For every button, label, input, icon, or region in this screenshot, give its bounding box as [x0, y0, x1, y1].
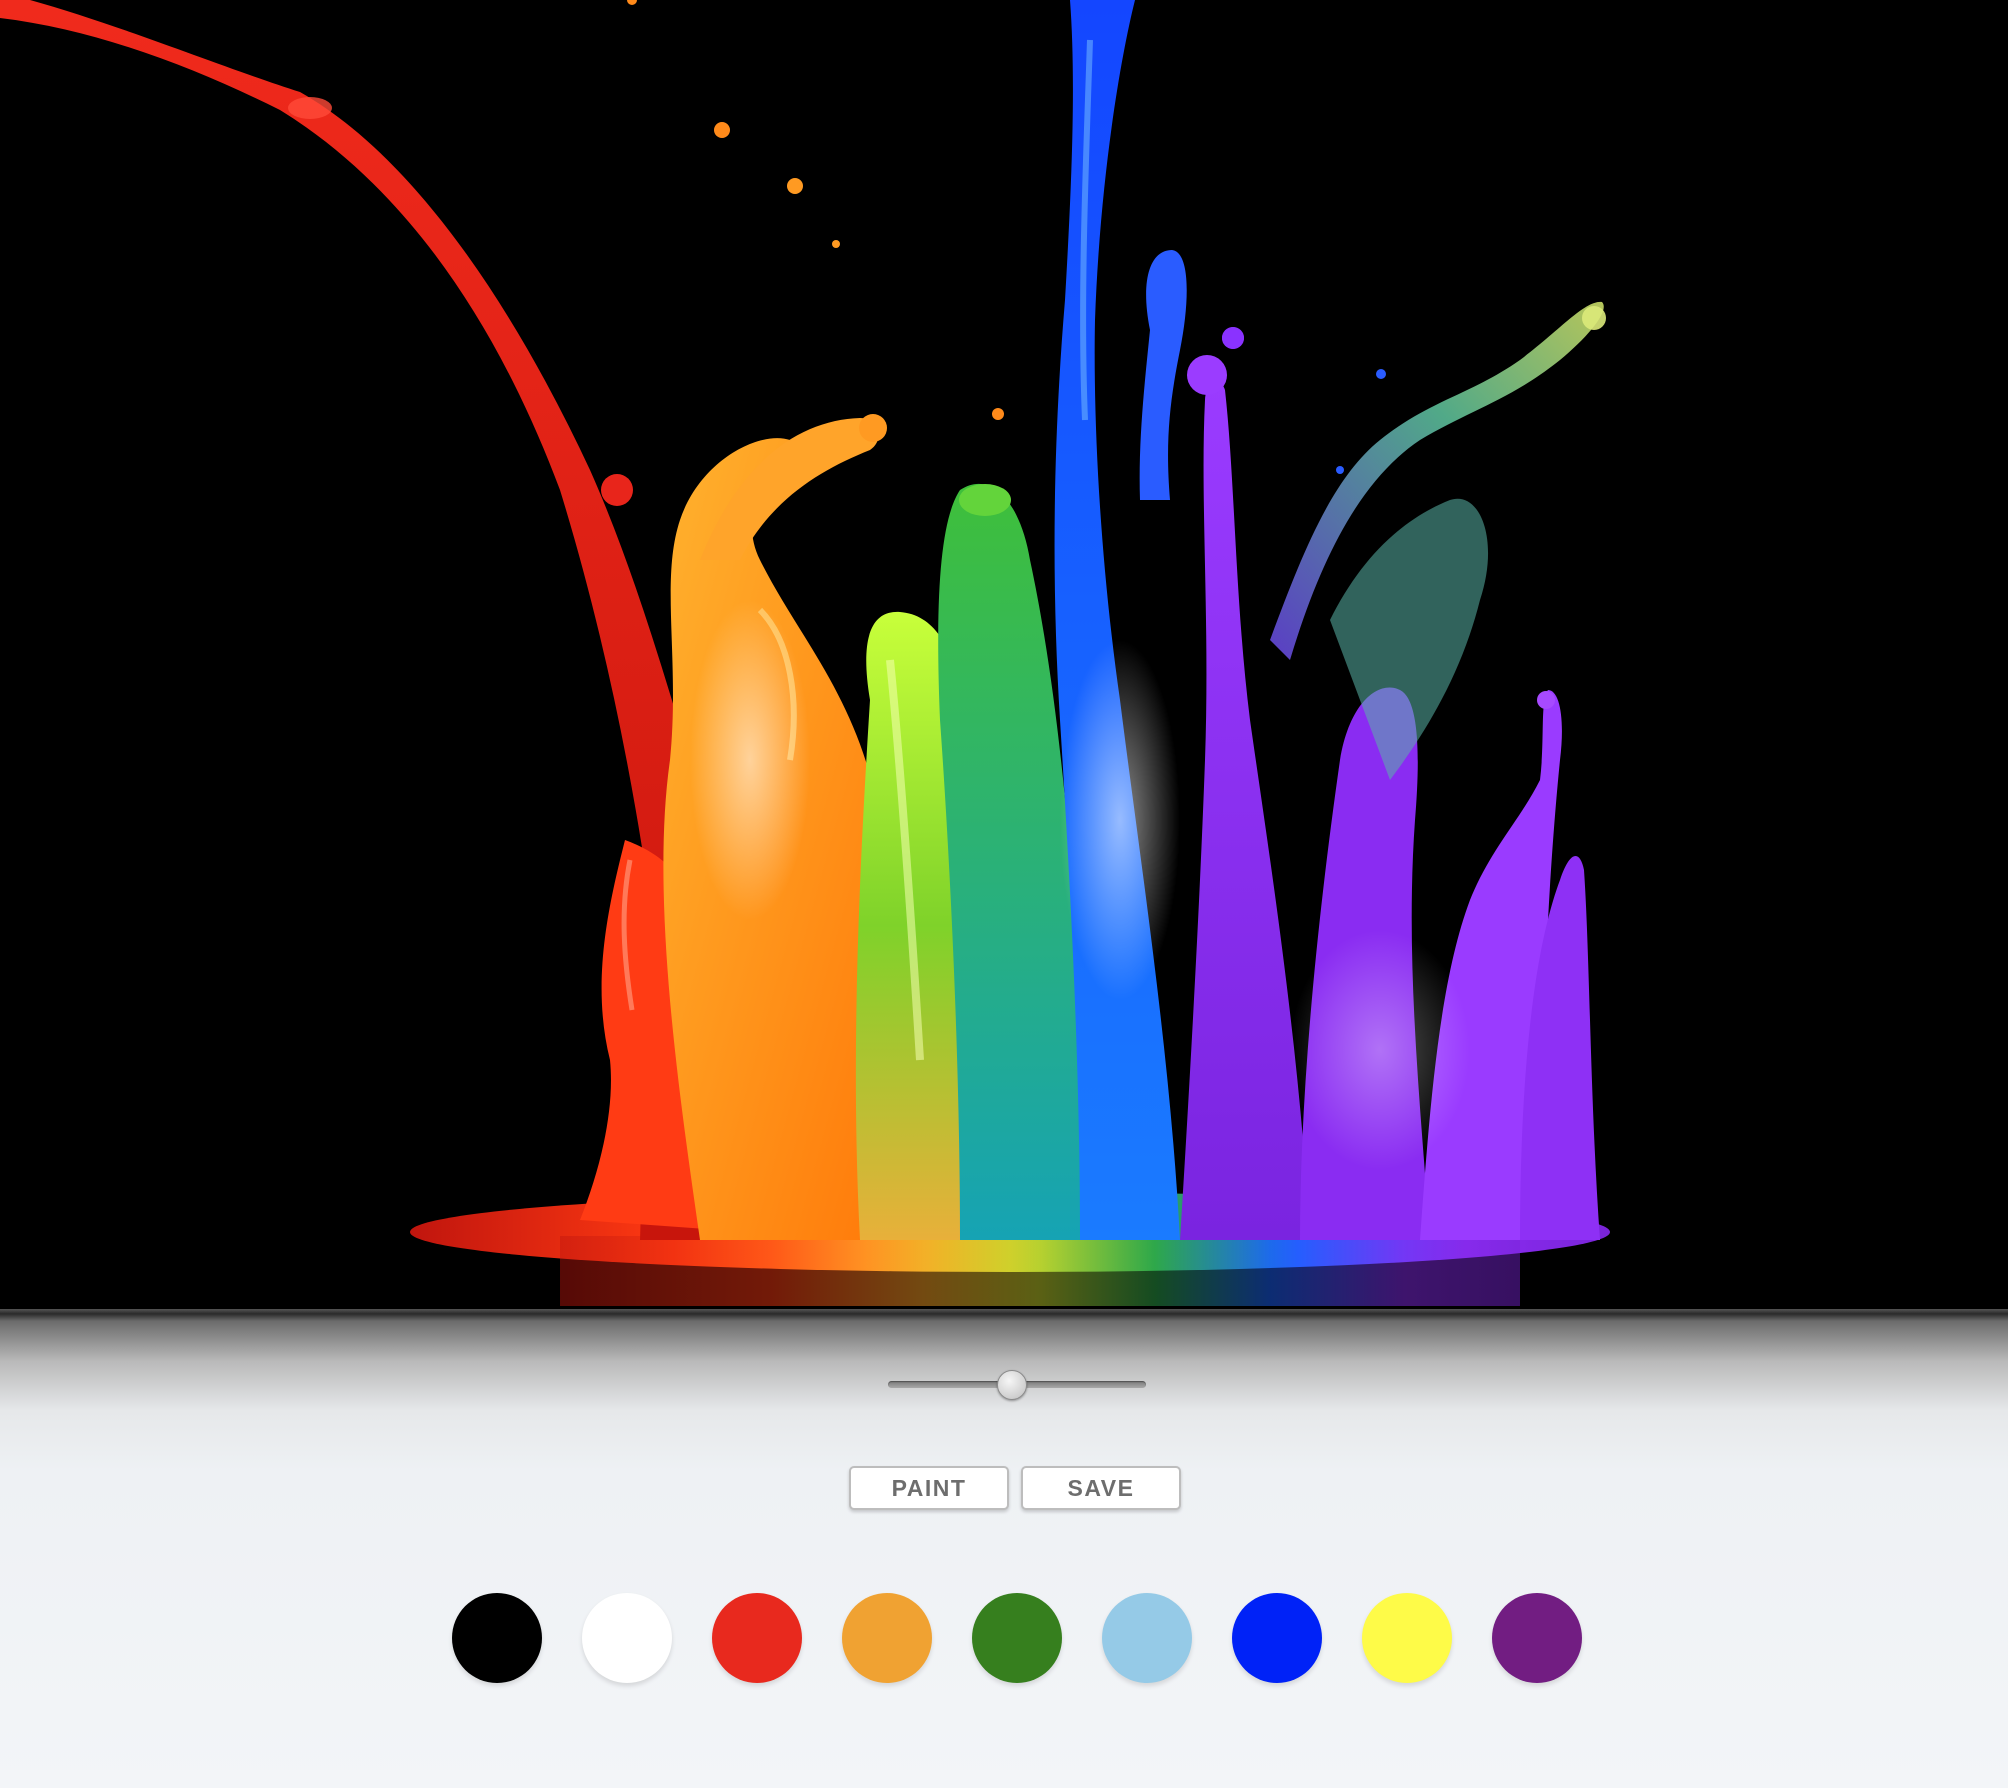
color-swatch-light-blue[interactable]: [1102, 1593, 1192, 1683]
save-button[interactable]: SAVE: [1021, 1466, 1181, 1510]
drawing-canvas[interactable]: [0, 0, 2008, 1309]
color-swatch-purple[interactable]: [1492, 1593, 1582, 1683]
paint-splash-image: [0, 0, 1610, 1306]
brush-size-slider[interactable]: [888, 1370, 1146, 1400]
slider-thumb[interactable]: [997, 1370, 1027, 1400]
color-swatch-orange[interactable]: [842, 1593, 932, 1683]
paint-button[interactable]: PAINT: [849, 1466, 1009, 1510]
color-swatch-red[interactable]: [712, 1593, 802, 1683]
color-palette: [0, 1593, 2008, 1685]
canvas-border: [0, 1309, 2008, 1321]
color-swatch-white[interactable]: [582, 1593, 672, 1683]
color-swatch-green[interactable]: [972, 1593, 1062, 1683]
color-swatch-blue[interactable]: [1232, 1593, 1322, 1683]
color-swatch-yellow[interactable]: [1362, 1593, 1452, 1683]
color-swatch-black[interactable]: [452, 1593, 542, 1683]
